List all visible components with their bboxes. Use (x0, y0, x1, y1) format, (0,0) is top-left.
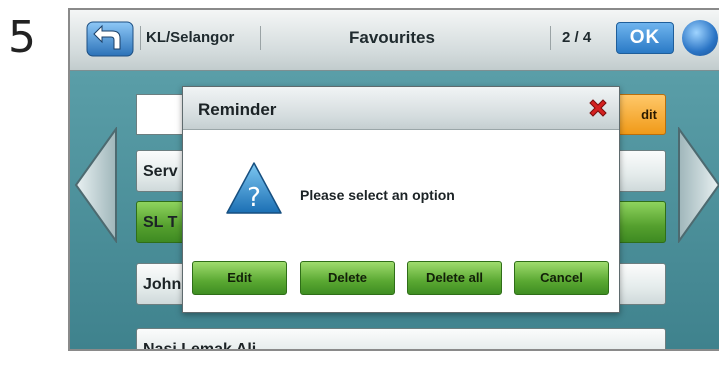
list-item[interactable]: Nasi Lemak Ali (136, 328, 666, 351)
list-item-label: SL T (143, 214, 178, 231)
dialog-header: Reminder (183, 87, 619, 130)
page-title: Favourites (349, 28, 435, 47)
edit-button[interactable]: Edit (192, 261, 287, 295)
delete-button[interactable]: Delete (300, 261, 395, 295)
dialog-title: Reminder (198, 100, 277, 119)
app-screen: KL/Selangor Favourites 2 / 4 OK dit Serv… (68, 8, 719, 351)
page-indicator: 2 / 4 (562, 29, 592, 46)
dialog-message: Please select an option (300, 187, 455, 203)
separator (140, 26, 141, 50)
u-turn-back-icon (86, 21, 134, 57)
list-item-label: John (143, 276, 182, 293)
separator (550, 26, 551, 50)
step-number: 5 (8, 12, 36, 63)
ok-button[interactable]: OK (616, 22, 674, 54)
close-icon[interactable] (587, 97, 609, 119)
region-label[interactable]: KL/Selangor (146, 29, 234, 46)
top-bar: KL/Selangor Favourites 2 / 4 OK (70, 10, 719, 71)
reminder-dialog: Reminder ? Please select an option Edit … (182, 86, 620, 313)
question-icon: ? (226, 162, 282, 214)
delete-all-button[interactable]: Delete all (407, 261, 502, 295)
separator (260, 26, 261, 50)
cancel-button[interactable]: Cancel (514, 261, 609, 295)
list-item-label: Serv (143, 163, 178, 180)
back-button[interactable] (86, 21, 134, 57)
globe-icon[interactable] (682, 20, 718, 56)
list-edit-label: dit (641, 107, 657, 122)
previous-page-arrow-icon[interactable] (74, 127, 118, 243)
svg-text:?: ? (247, 183, 261, 213)
list-item-label: Nasi Lemak Ali (143, 341, 257, 351)
next-page-arrow-icon[interactable] (677, 127, 719, 243)
